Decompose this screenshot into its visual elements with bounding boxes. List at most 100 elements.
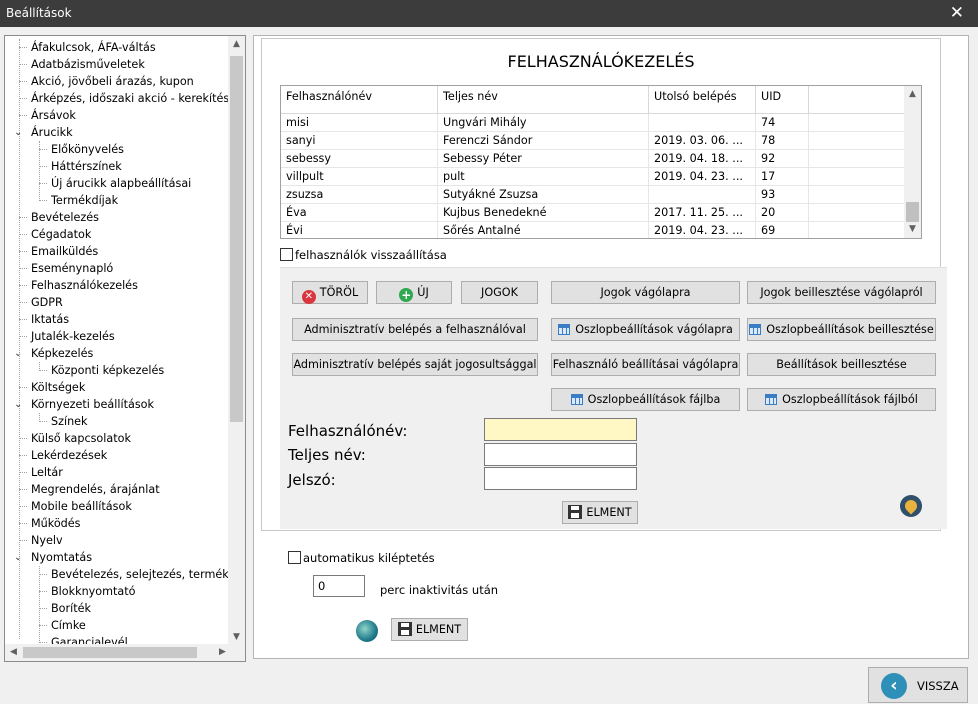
password-input[interactable] [484, 467, 637, 490]
tree-item[interactable]: Blokknyomtató [51, 583, 136, 600]
tree-item[interactable]: Központi képkezelés [51, 362, 164, 379]
user-settings-to-clipboard-button[interactable]: Felhasználó beállításai vágólapra [551, 353, 740, 376]
tree-items: Áfakulcsok, ÁFA-váltás Adatbázisműveletek… [5, 36, 231, 646]
column-header-uid[interactable]: UID [756, 86, 809, 114]
new-button[interactable]: + ÚJ [376, 281, 452, 304]
save-auto-logout-button[interactable]: ELMENT [391, 618, 468, 641]
tree-item[interactable]: Adatbázisműveletek [31, 56, 145, 73]
location-pin-icon[interactable] [900, 495, 922, 517]
table-row[interactable]: sebessy Sebessy Péter 2019. 04. 18. ... 92 [281, 150, 906, 168]
back-button[interactable]: ‹ VISSZA [868, 667, 968, 703]
tree-item[interactable]: Termékdíjak [51, 192, 118, 209]
tree-item[interactable]: Felhasználókezelés [31, 277, 138, 294]
table-row[interactable]: Éva Kujbus Benedekné 2017. 11. 25. ... 20 [281, 204, 906, 222]
tree-connector [5, 294, 35, 311]
cell-separator [808, 168, 809, 186]
scroll-thumb[interactable] [230, 56, 243, 422]
tree-item[interactable]: Működés [31, 515, 80, 532]
tree-item[interactable]: Akció, jövőbeli árazás, kupon [31, 73, 194, 90]
tree-connector [5, 73, 35, 90]
auto-logout-checkbox[interactable]: automatikus kiléptetés [288, 551, 435, 567]
tree-item[interactable]: Nyomtatás [31, 549, 92, 566]
col-settings-to-clipboard-button[interactable]: Oszlopbeállítások vágólapra [551, 318, 740, 341]
tree-item[interactable]: Bevételezés, selejtezés, termékkia [51, 566, 231, 583]
rights-from-clipboard-button[interactable]: Jogok beillesztése vágólapról [747, 281, 936, 304]
checkbox-box[interactable] [280, 248, 293, 261]
tree-line [19, 47, 27, 48]
scroll-thumb[interactable] [906, 202, 919, 222]
tree-item[interactable]: Háttérszínek [51, 158, 122, 175]
column-header-username[interactable]: Felhasználónév [281, 86, 438, 114]
grid-scrollbar[interactable]: ▲ ▼ [904, 86, 921, 238]
restore-users-checkbox[interactable]: felhasználók visszaállítása [280, 248, 447, 264]
tree-item[interactable]: Áfakulcsok, ÁFA-váltás [31, 39, 156, 56]
tree-item-label: Áfakulcsok, ÁFA-váltás [31, 41, 156, 54]
tree-item[interactable]: Eseménynapló [31, 260, 113, 277]
minutes-input[interactable]: 0 [313, 575, 365, 597]
save-user-button[interactable]: ELMENT [562, 501, 638, 524]
cell-fullname: Ungvári Mihály [443, 116, 527, 129]
tree-item[interactable]: Nyelv [31, 532, 63, 549]
tree-item-label: Bevételezés [31, 211, 99, 224]
rights-button[interactable]: JOGOK [461, 281, 538, 304]
tree-line [39, 183, 47, 184]
col-settings-from-file-button[interactable]: Oszlopbeállítások fájlból [747, 388, 936, 411]
table-row[interactable]: misi Ungvári Mihály 74 [281, 114, 906, 132]
tree-item[interactable]: Képkezelés [31, 345, 93, 362]
tree-item[interactable]: Külső kapcsolatok [31, 430, 131, 447]
col-settings-paste-button[interactable]: Oszlopbeállítások beillesztése [747, 318, 936, 341]
table-row[interactable]: villpult pult 2019. 04. 23. ... 17 [281, 168, 906, 186]
scroll-up-icon[interactable]: ▲ [904, 86, 921, 103]
table-row[interactable]: zsuzsa Sutyákné Zsuzsa 93 [281, 186, 906, 204]
rights-to-clipboard-button[interactable]: Jogok vágólapra [551, 281, 740, 304]
tree-item-label: Nyomtatás [31, 551, 93, 564]
tree-item[interactable]: Bevételezés [31, 209, 99, 226]
settings-paste-button[interactable]: Beállítások beillesztése [747, 353, 936, 376]
tree-item[interactable]: Jutalék-kezelés [31, 328, 115, 345]
admin-login-user-button[interactable]: Adminisztratív belépés a felhasználóval [292, 318, 538, 341]
tree-item[interactable]: Lekérdezések [31, 447, 107, 464]
admin-login-own-button[interactable]: Adminisztratív belépés saját jogosultság… [292, 353, 538, 376]
close-icon[interactable]: ✕ [950, 3, 964, 23]
scroll-thumb[interactable] [23, 647, 197, 658]
tree-item[interactable]: Környezeti beállítások [31, 396, 154, 413]
tree-item[interactable]: GDPR [31, 294, 63, 311]
username-input[interactable] [484, 418, 637, 441]
scroll-left-icon[interactable]: ◀ [5, 644, 22, 661]
table-row[interactable]: sanyi Ferenczi Sándor 2019. 03. 06. ... 78 [281, 132, 906, 150]
cell-fullname: Sőrés Antalné [443, 224, 521, 237]
tree-item[interactable]: Új árucikk alapbeállításai [51, 175, 191, 192]
tree-item[interactable]: Mobile beállítások [31, 498, 132, 515]
tree-vertical-scrollbar[interactable]: ▲ ▼ [228, 36, 245, 646]
tree-item[interactable]: Árucikk [31, 124, 73, 141]
tree-item[interactable]: Árképzés, időszaki akció - kerekítés [31, 90, 229, 107]
tree-connector [5, 532, 35, 549]
tree-item[interactable]: Cégadatok [31, 226, 91, 243]
tree-item[interactable]: Ársávok [31, 107, 76, 124]
tree-item[interactable]: Emailküldés [31, 243, 98, 260]
column-header-fullname[interactable]: Teljes név [438, 86, 649, 114]
scroll-down-icon[interactable]: ▼ [904, 221, 921, 238]
scroll-up-icon[interactable]: ▲ [228, 36, 245, 53]
column-header-last-login[interactable]: Utolsó belépés [649, 86, 756, 114]
tree-item[interactable]: Boríték [51, 600, 91, 617]
tree-item[interactable]: Iktatás [31, 311, 69, 328]
tree-horizontal-scrollbar[interactable]: ◀ ▶ [5, 644, 231, 661]
table-row[interactable]: Évi Sőrés Antalné 2019. 04. 23. ... 69 [281, 222, 906, 238]
tree-item[interactable]: Színek [51, 413, 88, 430]
fullname-input[interactable] [484, 443, 637, 466]
tree-item[interactable]: Címke [51, 617, 86, 634]
globe-icon[interactable] [356, 620, 378, 642]
tree-item[interactable]: Leltár [31, 464, 63, 481]
delete-button[interactable]: ✕ TÖRÖL [292, 281, 368, 304]
tree-item[interactable]: Megrendelés, árajánlat [31, 481, 160, 498]
tree-connector [5, 498, 35, 515]
password-label: Jelszó: [288, 471, 336, 489]
tree-item[interactable]: Költségek [31, 379, 85, 396]
col-settings-to-file-button[interactable]: Oszlopbeállítások fájlba [551, 388, 740, 411]
tree-connector [5, 515, 35, 532]
checkbox-box[interactable] [288, 551, 301, 564]
tree-item[interactable]: Előkönyvelés [51, 141, 124, 158]
tree-item-label: Blokknyomtató [51, 585, 136, 598]
tree-connector [5, 175, 47, 192]
